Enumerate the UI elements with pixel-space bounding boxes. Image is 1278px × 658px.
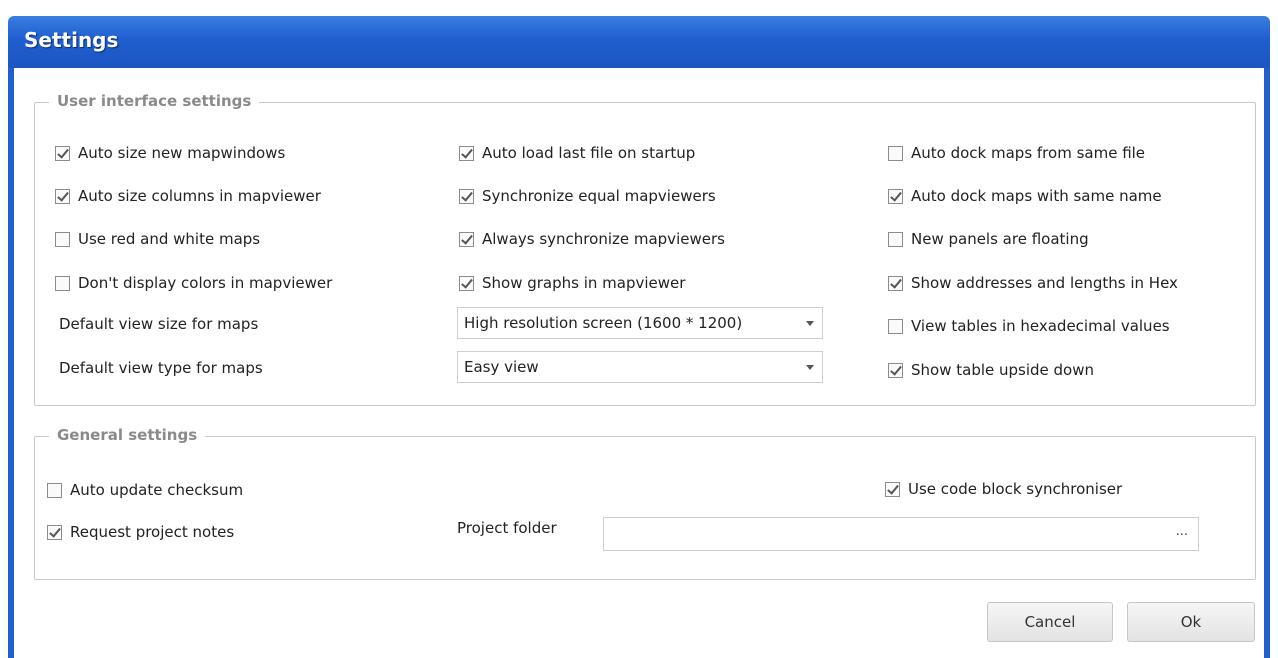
checkbox-label: Auto update checksum [70,481,244,499]
chevron-down-icon[interactable] [806,321,814,326]
project-folder-label: Project folder [457,519,557,537]
checkbox-use-code-block-synchroniser[interactable]: Use code block synchroniser [885,480,1122,498]
checkbox-label: Synchronize equal mapviewers [482,187,716,205]
checkbox-label: Auto size new mapwindows [78,144,286,162]
checkbox-new-panels-floating[interactable]: New panels are floating [888,230,1089,248]
checkbox-label: View tables in hexadecimal values [911,317,1170,335]
checkbox-use-red-white-maps[interactable]: Use red and white maps [55,230,260,248]
checkbox-box[interactable] [47,482,62,498]
checkbox-auto-size-new-mapwindows[interactable]: Auto size new mapwindows [55,144,285,162]
checkbox-auto-update-checksum[interactable]: Auto update checksum [47,481,243,499]
cancel-button[interactable]: Cancel [987,602,1113,642]
chevron-down-icon[interactable] [806,365,814,370]
checkbox-box[interactable] [888,318,903,334]
checkbox-label: Use code block synchroniser [908,480,1123,498]
checkbox-box[interactable] [459,188,474,204]
checkbox-box[interactable] [459,145,474,161]
checkbox-table-upside-down[interactable]: Show table upside down [888,361,1094,379]
checkbox-label: Auto load last file on startup [482,144,696,162]
checkbox-auto-size-columns[interactable]: Auto size columns in mapviewer [55,187,321,205]
checkbox-box[interactable] [55,145,70,161]
checkbox-auto-load-last-file[interactable]: Auto load last file on startup [459,144,695,162]
checkbox-label: Use red and white maps [78,230,261,248]
user-interface-settings-group: User interface settings Auto size new ma… [34,92,1256,406]
checkbox-show-graphs[interactable]: Show graphs in mapviewer [459,274,685,292]
checkbox-box[interactable] [888,188,903,204]
checkbox-view-tables-hex[interactable]: View tables in hexadecimal values [888,317,1170,335]
checkbox-box[interactable] [55,231,70,247]
group-title-user-interface: User interface settings [49,92,260,110]
checkbox-label: Show graphs in mapviewer [482,274,686,292]
default-view-type-label: Default view type for maps [59,359,263,377]
checkbox-box[interactable] [888,145,903,161]
checkbox-box[interactable] [47,524,62,540]
select-value: High resolution screen (1600 * 1200) [464,314,743,332]
project-folder-input[interactable]: ... [603,517,1199,551]
checkbox-box[interactable] [888,362,903,378]
checkbox-dont-display-colors[interactable]: Don't display colors in mapviewer [55,274,332,292]
browse-folder-button[interactable]: ... [1176,524,1188,539]
checkbox-request-project-notes[interactable]: Request project notes [47,523,234,541]
ok-button-label: Ok [1180,613,1202,631]
default-view-size-label: Default view size for maps [59,315,259,333]
checkbox-label: Auto dock maps with same name [911,187,1162,205]
window-title: Settings [24,28,119,52]
select-value: Easy view [464,358,539,376]
checkbox-box[interactable] [888,275,903,291]
checkbox-synchronize-equal-mapviewers[interactable]: Synchronize equal mapviewers [459,187,716,205]
checkbox-auto-dock-same-file[interactable]: Auto dock maps from same file [888,144,1145,162]
default-view-size-select[interactable]: High resolution screen (1600 * 1200) [457,307,823,339]
checkbox-label: Show table upside down [911,361,1095,379]
checkbox-label: Show addresses and lengths in Hex [911,274,1178,292]
dialog-client-area: User interface settings Auto size new ma… [14,68,1264,658]
checkbox-auto-dock-same-name[interactable]: Auto dock maps with same name [888,187,1162,205]
title-bar[interactable]: Settings [8,16,1270,68]
checkbox-box[interactable] [459,231,474,247]
group-title-general: General settings [49,426,206,444]
checkbox-label: New panels are floating [911,230,1089,248]
default-view-type-select[interactable]: Easy view [457,351,823,383]
checkbox-box[interactable] [55,188,70,204]
checkbox-box[interactable] [55,275,70,291]
checkbox-label: Don't display colors in mapviewer [78,274,333,292]
window-frame-right [1264,68,1270,658]
checkbox-box[interactable] [459,275,474,291]
cancel-button-label: Cancel [1024,613,1076,631]
settings-window: Settings User interface settings Auto si… [0,0,1278,658]
checkbox-box[interactable] [888,231,903,247]
checkbox-always-synchronize[interactable]: Always synchronize mapviewers [459,230,725,248]
checkbox-box[interactable] [885,481,900,497]
checkbox-label: Always synchronize mapviewers [482,230,725,248]
checkbox-label: Auto dock maps from same file [911,144,1146,162]
checkbox-label: Auto size columns in mapviewer [78,187,321,205]
ok-button[interactable]: Ok [1127,602,1255,642]
checkbox-label: Request project notes [70,523,235,541]
general-settings-group: General settings Auto update checksum Re… [34,426,1256,580]
checkbox-show-hex-addresses[interactable]: Show addresses and lengths in Hex [888,274,1178,292]
